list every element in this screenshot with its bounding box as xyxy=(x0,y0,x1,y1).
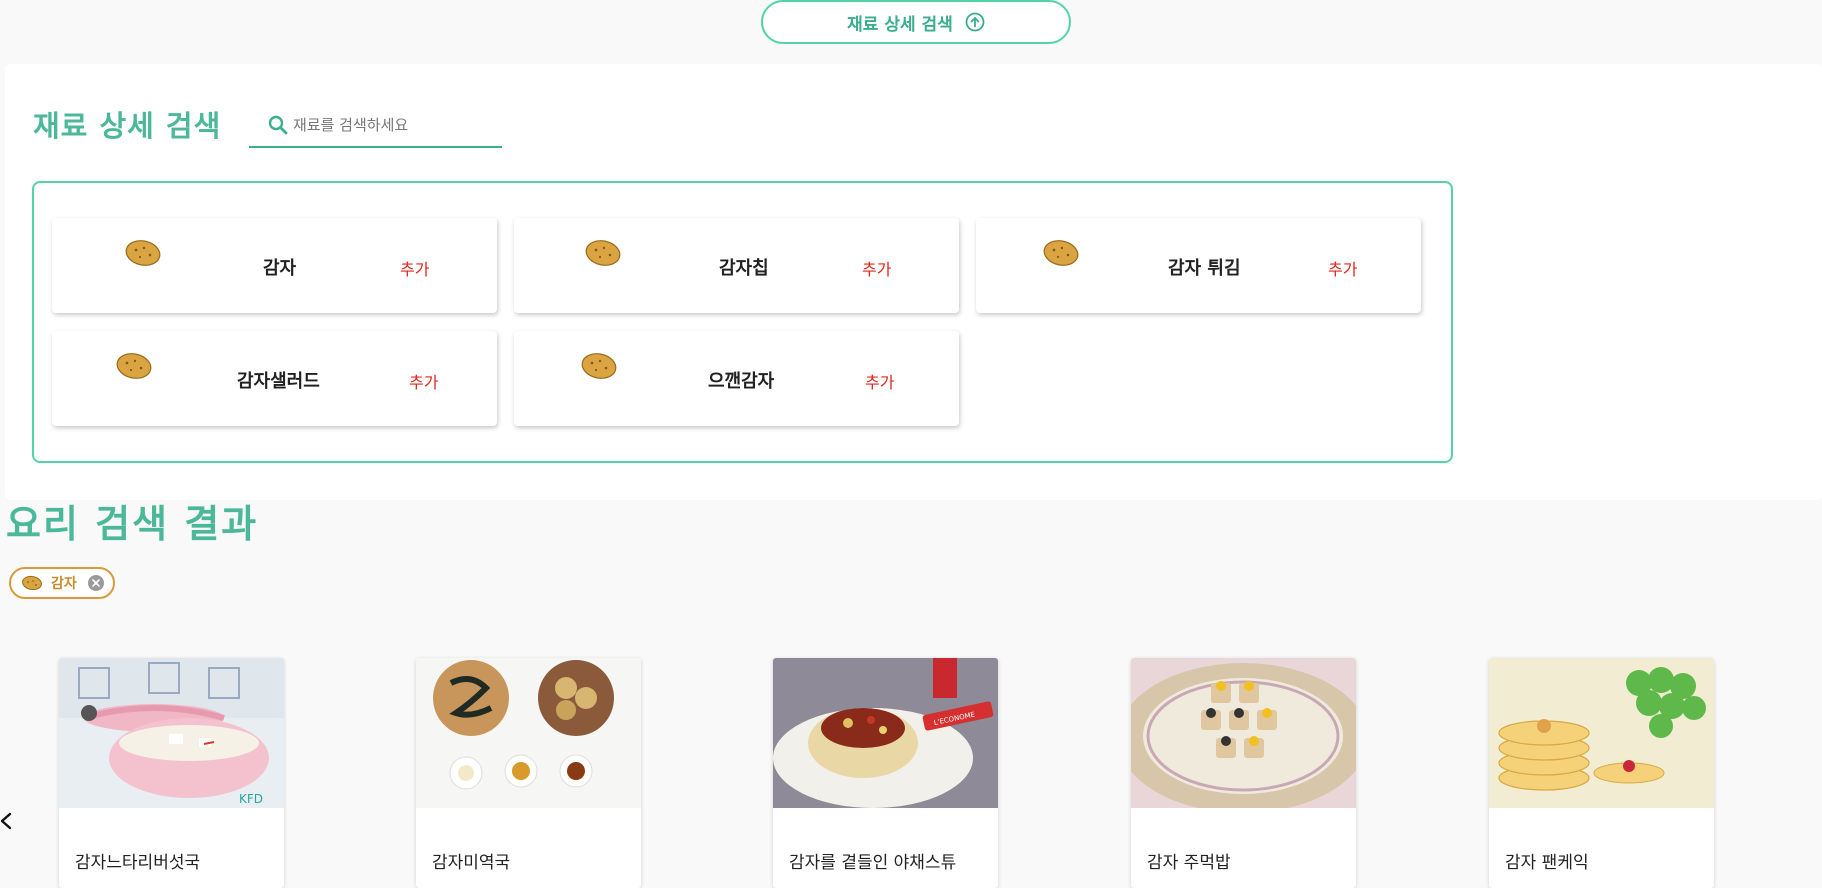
detail-search-toggle-button[interactable]: 재료 상세 검색 xyxy=(761,0,1071,44)
recipe-image-stew-in-potato-basket: L'ECONOME xyxy=(773,658,998,808)
ingredient-name: 감자샐러드 xyxy=(237,371,320,392)
detail-search-toggle-label: 재료 상세 검색 xyxy=(847,14,953,35)
potato-icon xyxy=(585,240,621,266)
recipe-card[interactable]: 감자미역국 xyxy=(416,658,641,888)
recipe-name: 감자 팬케익 xyxy=(1505,853,1589,873)
ingredient-card: 감자 추가 xyxy=(52,218,497,313)
selected-ingredient-chip: 감자 xyxy=(9,567,115,599)
recipe-image-pink-pot-soup: KFD xyxy=(59,658,284,808)
potato-icon xyxy=(125,240,161,266)
detail-search-panel: 재료 상세 검색 감자 추가 감자칩 추가 xyxy=(5,64,1822,500)
recipe-name: 감자 주먹밥 xyxy=(1147,853,1231,873)
potato-icon xyxy=(581,353,617,379)
chip-label: 감자 xyxy=(51,576,77,592)
recipe-image-seaweed-potatoes xyxy=(416,658,641,808)
carousel-prev-arrow-icon[interactable] xyxy=(0,806,14,836)
ingredient-search-field[interactable] xyxy=(249,104,502,148)
recipe-card[interactable]: KFD 감자느타리버섯국 xyxy=(59,658,284,888)
add-ingredient-button[interactable]: 추가 xyxy=(862,256,891,280)
ingredient-name: 감자 xyxy=(263,258,297,279)
recipe-card[interactable]: 감자 팬케익 xyxy=(1489,658,1714,888)
recipe-results-title: 요리 검색 결과 xyxy=(6,502,259,546)
ingredient-card: 감자칩 추가 xyxy=(514,218,959,313)
recipe-image-pancakes-with-grapes xyxy=(1489,658,1714,808)
recipe-image-rice-balls-on-plate xyxy=(1131,658,1356,808)
add-ingredient-button[interactable]: 추가 xyxy=(865,369,894,393)
ingredient-name: 감자칩 xyxy=(719,258,769,279)
potato-icon xyxy=(116,353,152,379)
search-icon xyxy=(268,115,288,135)
add-ingredient-button[interactable]: 추가 xyxy=(400,256,429,280)
svg-text:KFD: KFD xyxy=(239,792,263,806)
ingredient-search-input[interactable] xyxy=(293,116,483,134)
ingredient-card: 으깬감자 추가 xyxy=(514,331,959,426)
remove-chip-icon[interactable] xyxy=(87,574,105,592)
ingredient-results-box: 감자 추가 감자칩 추가 감자 튀김 추가 감자샐러드 추가 으깬감자 추가 xyxy=(32,181,1453,463)
recipe-name: 감자미역국 xyxy=(432,853,511,873)
recipe-card[interactable]: 감자 주먹밥 xyxy=(1131,658,1356,888)
potato-icon xyxy=(22,575,42,591)
ingredient-name: 으깬감자 xyxy=(708,371,775,392)
ingredient-name: 감자 튀김 xyxy=(1168,258,1241,279)
ingredient-card: 감자샐러드 추가 xyxy=(52,331,497,426)
detail-search-title: 재료 상세 검색 xyxy=(33,109,222,143)
ingredient-card: 감자 튀김 추가 xyxy=(976,218,1421,313)
recipe-name: 감자를 곁들인 야채스튜 xyxy=(789,853,957,873)
recipe-name: 감자느타리버섯국 xyxy=(75,853,201,873)
arrow-up-circle-icon xyxy=(965,12,985,32)
recipe-card[interactable]: L'ECONOME 감자를 곁들인 야채스튜 xyxy=(773,658,998,888)
add-ingredient-button[interactable]: 추가 xyxy=(409,369,438,393)
add-ingredient-button[interactable]: 추가 xyxy=(1328,256,1357,280)
potato-icon xyxy=(1043,240,1079,266)
